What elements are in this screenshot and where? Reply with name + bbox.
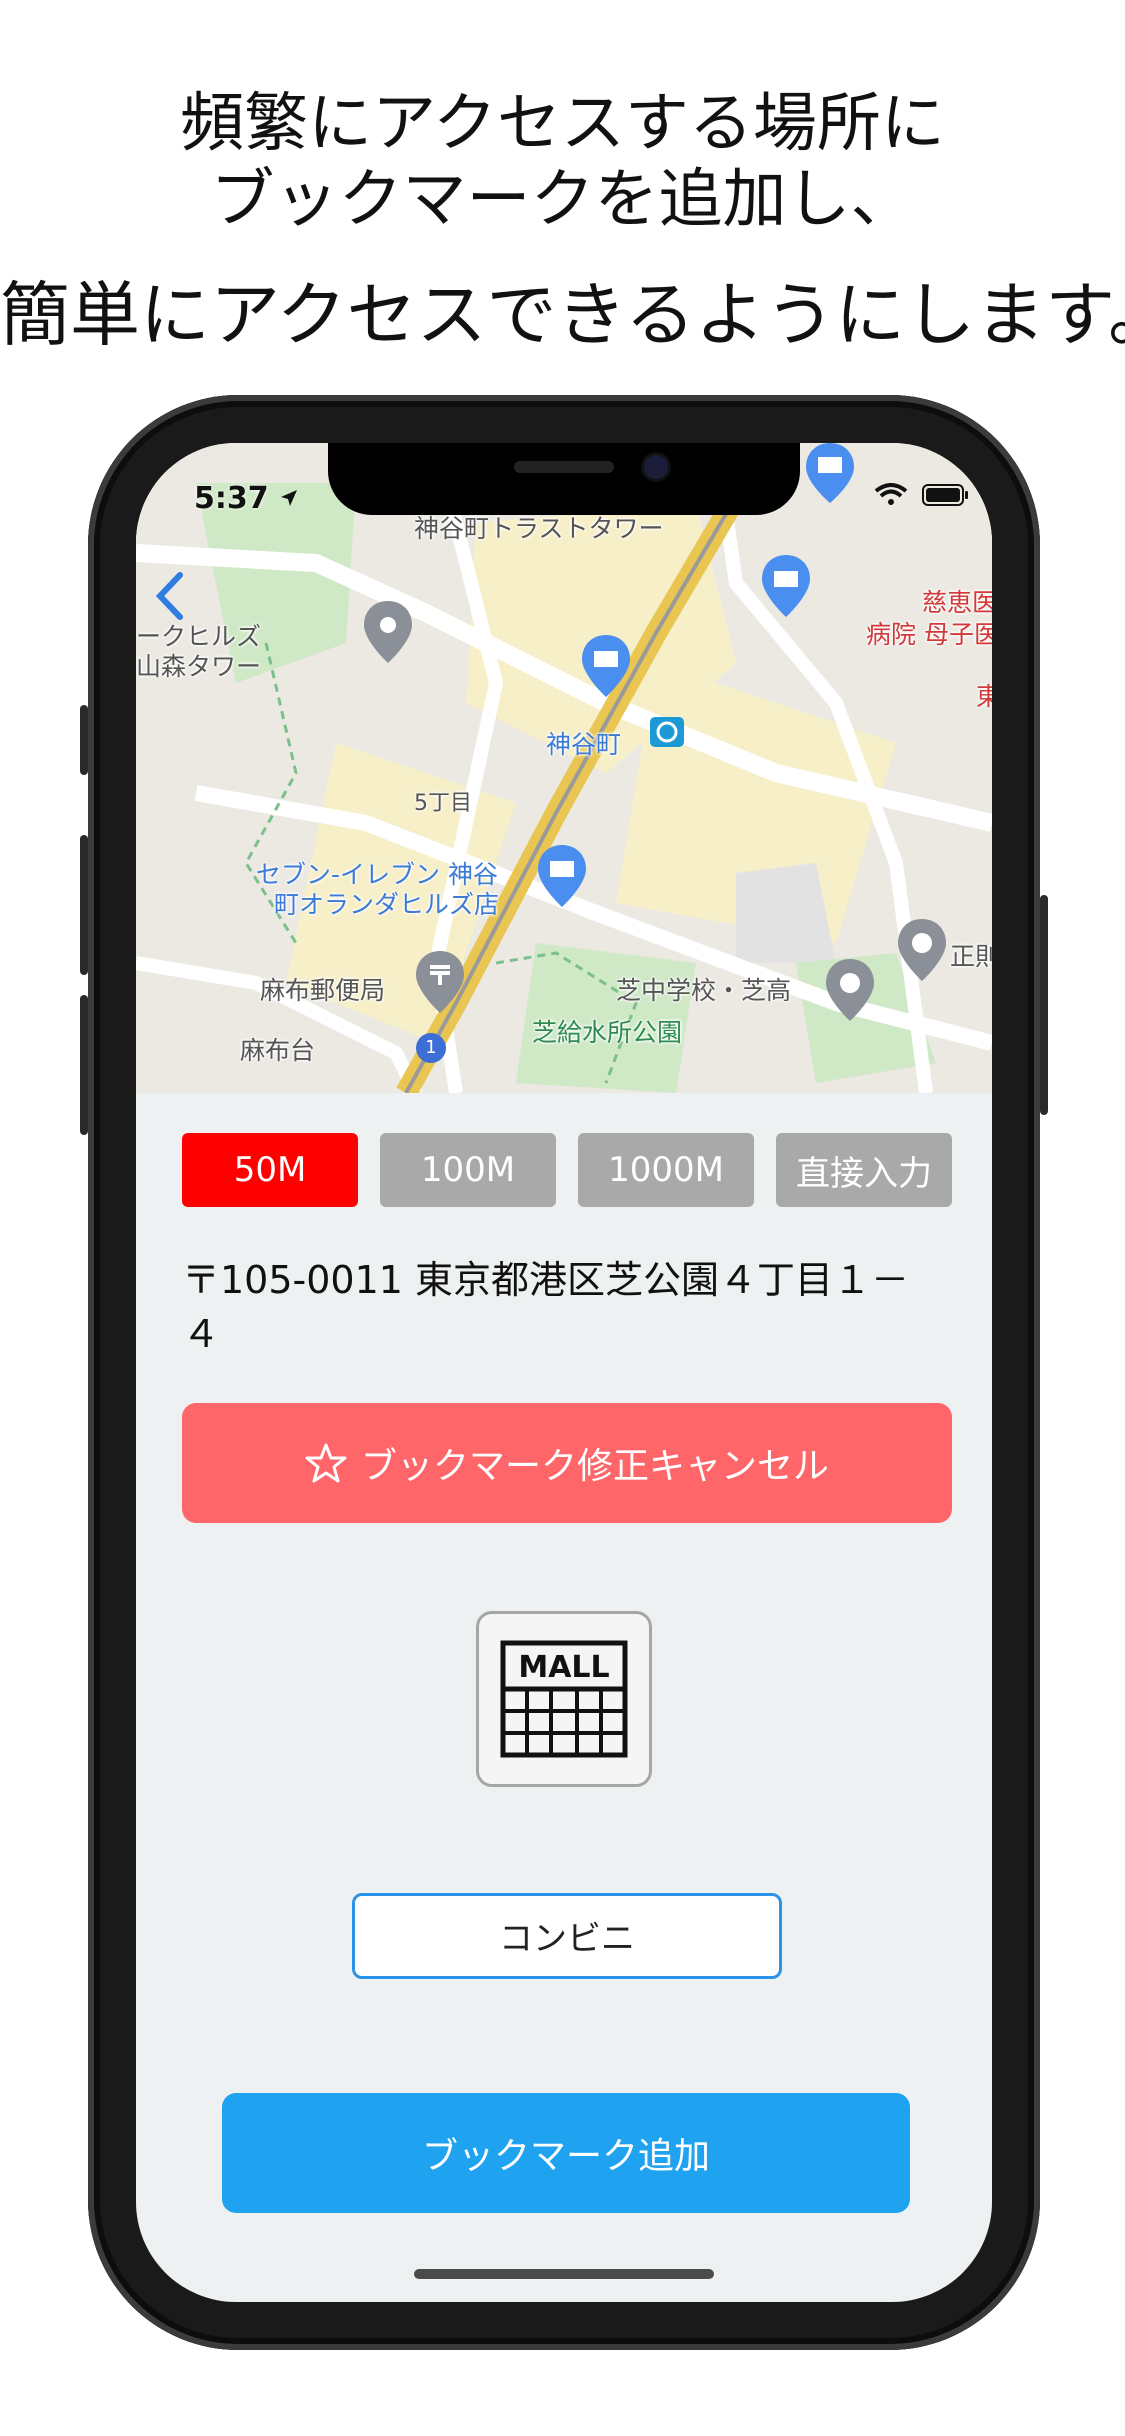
- home-indicator[interactable]: [414, 2269, 714, 2279]
- headline-line-3: 簡単にアクセスできるようにします。: [0, 274, 1125, 356]
- cancel-bookmark-edit-button[interactable]: ブックマーク修正キャンセル: [182, 1403, 952, 1523]
- map-label: 正則: [950, 942, 992, 971]
- map-label: 芝中学校・芝高: [616, 976, 792, 1005]
- radius-selector: 50M 100M 1000M 直接入力: [182, 1133, 952, 1207]
- landmark-pin-icon[interactable]: [362, 599, 414, 665]
- status-indicators: [874, 483, 970, 507]
- phone-frame: 神谷町トラストタワー ークヒルズ 山森タワー 神谷町 5丁目 セブン-イレブン …: [80, 395, 1048, 2350]
- radius-option-1000m[interactable]: 1000M: [578, 1133, 754, 1207]
- shop-pin-icon[interactable]: [760, 553, 812, 619]
- add-bookmark-label: ブックマーク追加: [421, 2136, 710, 2177]
- silent-switch: [80, 705, 88, 775]
- cancel-button-label: ブックマーク修正キャンセル: [360, 1446, 829, 1487]
- map-label: 5丁目: [414, 791, 472, 816]
- map-label: 町オランダヒルズ店: [274, 890, 500, 919]
- school-pin-icon[interactable]: [824, 957, 876, 1023]
- wifi-icon: [874, 483, 908, 505]
- power-button: [1040, 895, 1048, 1115]
- back-chevron-icon[interactable]: [154, 571, 186, 621]
- time-text: 5:37: [194, 481, 269, 516]
- camera: [644, 455, 668, 479]
- volume-down-button: [80, 995, 88, 1135]
- star-outline-icon: [305, 1443, 347, 1483]
- volume-up-button: [80, 835, 88, 975]
- radius-option-100m[interactable]: 100M: [380, 1133, 556, 1207]
- map-label: 病院 母子医: [866, 620, 992, 649]
- notch: [328, 443, 800, 515]
- headline-line-1: 頻繁にアクセスする場所に: [180, 87, 945, 161]
- map-label: 麻布郵便局: [260, 976, 386, 1005]
- status-time: 5:37: [194, 481, 299, 516]
- shop-pin-icon[interactable]: [804, 443, 856, 505]
- map-label: 麻布台: [240, 1036, 316, 1065]
- convenience-store-pin-icon[interactable]: [536, 843, 588, 909]
- add-bookmark-button[interactable]: ブックマーク追加: [222, 2093, 910, 2213]
- mall-icon: MALL: [500, 1640, 628, 1758]
- map-label: 山森タワー: [136, 652, 262, 681]
- map-label: 芝給水所公園: [532, 1018, 683, 1047]
- map-label: 慈恵医: [922, 588, 992, 617]
- address-text: 〒105-0011 東京都港区芝公園４丁目１－４: [182, 1258, 910, 1356]
- map-view[interactable]: 神谷町トラストタワー ークヒルズ 山森タワー 神谷町 5丁目 セブン-イレブン …: [136, 443, 992, 1093]
- map-label: 東: [976, 682, 992, 711]
- headline-line-2: ブックマークを追加し、: [210, 163, 915, 237]
- map-label: 神谷町: [546, 730, 622, 759]
- convenience-store-pin-icon[interactable]: [580, 633, 632, 699]
- radius-option-50m[interactable]: 50M: [182, 1133, 358, 1207]
- mall-icon-text: MALL: [518, 1650, 609, 1685]
- app-screen: 神谷町トラストタワー ークヒルズ 山森タワー 神谷町 5丁目 セブン-イレブン …: [136, 443, 992, 2302]
- subway-station-icon: [650, 717, 684, 747]
- battery-icon: [922, 484, 968, 506]
- post-office-pin-icon[interactable]: [414, 949, 466, 1015]
- location-arrow-icon: [281, 490, 298, 506]
- speaker: [514, 461, 614, 473]
- radius-option-custom[interactable]: 直接入力: [776, 1133, 952, 1207]
- category-name-field[interactable]: コンビニ: [352, 1893, 782, 1979]
- category-icon-button[interactable]: MALL: [476, 1611, 652, 1787]
- route-shield: 1: [416, 1033, 446, 1063]
- school-pin-icon[interactable]: [896, 917, 948, 983]
